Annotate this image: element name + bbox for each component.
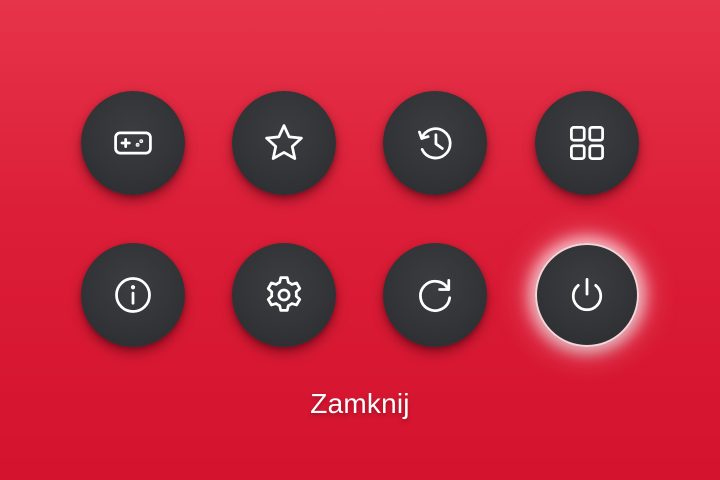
selected-action-label: Zamknij xyxy=(310,388,410,419)
apps-button[interactable] xyxy=(535,91,639,195)
settings-button[interactable] xyxy=(232,243,336,347)
history-icon xyxy=(418,127,452,160)
gear-icon xyxy=(266,276,302,312)
apps-grid-icon xyxy=(570,126,604,160)
power-button[interactable] xyxy=(535,243,639,347)
refresh-icon xyxy=(419,278,452,312)
info-button[interactable] xyxy=(81,243,185,347)
quick-menu-screen: Zamknij xyxy=(0,0,720,480)
star-icon xyxy=(265,124,303,160)
info-icon xyxy=(115,277,151,313)
favorites-button[interactable] xyxy=(232,91,336,195)
restart-button[interactable] xyxy=(383,243,487,347)
games-button[interactable] xyxy=(81,91,185,195)
gamepad-icon xyxy=(114,131,152,155)
power-icon xyxy=(571,278,603,312)
history-button[interactable] xyxy=(383,91,487,195)
